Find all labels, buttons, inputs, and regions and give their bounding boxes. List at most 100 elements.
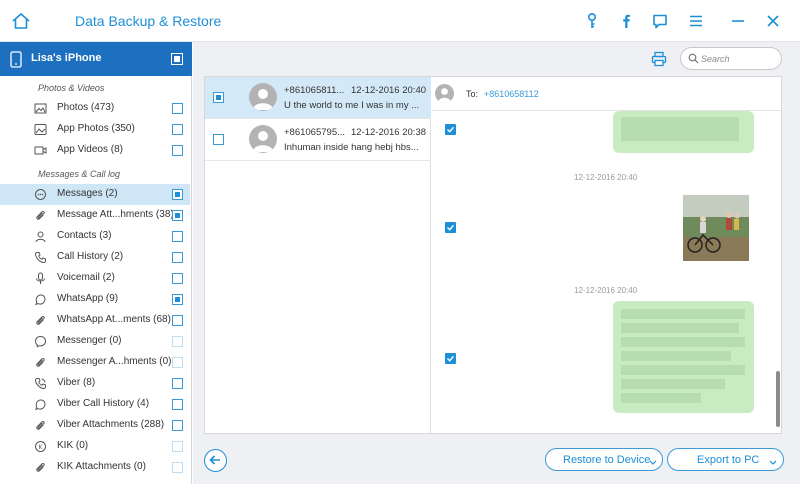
- attached-photo[interactable]: [683, 195, 749, 261]
- message-sender: +861065795...: [284, 127, 346, 138]
- menu-icon[interactable]: [686, 11, 706, 31]
- sidebar-item-checkbox[interactable]: [172, 273, 183, 284]
- paperclip-icon: [34, 419, 47, 432]
- video-icon: [34, 144, 47, 157]
- home-icon[interactable]: [10, 10, 32, 32]
- restore-to-device-button[interactable]: Restore to Device: [545, 448, 663, 471]
- conversation-header: To: +8610658112: [432, 77, 781, 111]
- sidebar: Lisa's iPhone Photos & Videos Photos (47…: [0, 42, 192, 484]
- sidebar-item-checkbox[interactable]: [172, 378, 183, 389]
- recipient-number: +8610658112: [484, 89, 539, 99]
- sidebar-item-label: WhatsApp (9): [57, 293, 119, 304]
- device-name: Lisa's iPhone: [31, 52, 102, 64]
- message-preview: Inhuman inside hang hebj hbs...: [284, 142, 419, 153]
- feedback-icon[interactable]: [650, 11, 670, 31]
- sidebar-item-label: KIK Attachments (0): [57, 461, 146, 472]
- sidebar-item-checkbox[interactable]: [172, 315, 183, 326]
- sidebar-item-label: KIK (0): [57, 440, 89, 451]
- sidebar-item-checkbox[interactable]: [172, 420, 183, 431]
- scrollbar-thumb[interactable]: [776, 371, 780, 427]
- restore-button-label: Restore to Device: [563, 454, 651, 466]
- sidebar-item-checkbox[interactable]: [172, 441, 183, 452]
- sidebar-item-label: WhatsApp At...ments (68): [57, 314, 171, 325]
- svg-text:K: K: [39, 444, 44, 451]
- sidebar-item-viber-attachments[interactable]: Viber Attachments (288): [0, 415, 190, 436]
- sidebar-item-label: Photos (473): [57, 102, 115, 113]
- sidebar-item-checkbox[interactable]: [172, 462, 183, 473]
- print-icon[interactable]: [651, 51, 667, 67]
- sidebar-item-messenger[interactable]: Messenger (0): [0, 331, 190, 352]
- close-icon[interactable]: [763, 11, 783, 31]
- sidebar-item-call-history[interactable]: Call History (2): [0, 247, 190, 268]
- kik-icon: K: [34, 440, 47, 453]
- sidebar-item-photos[interactable]: Photos (473): [0, 98, 190, 119]
- export-to-pc-button[interactable]: Export to PC: [667, 448, 784, 471]
- sidebar-item-checkbox[interactable]: [172, 294, 183, 305]
- facebook-icon[interactable]: [616, 11, 636, 31]
- sidebar-item-checkbox[interactable]: [172, 399, 183, 410]
- section-title-messages: Messages & Call log: [38, 169, 121, 179]
- to-label: To:: [466, 89, 479, 99]
- sidebar-item-viber[interactable]: Viber (8): [0, 373, 190, 394]
- message-time: 12-12-2016 20:40: [351, 85, 427, 96]
- sidebar-item-label: App Photos (350): [57, 123, 135, 134]
- sidebar-item-checkbox[interactable]: [172, 189, 183, 200]
- sidebar-item-viber-call-history[interactable]: Viber Call History (4): [0, 394, 190, 415]
- message-checkbox[interactable]: [213, 134, 224, 145]
- search-input[interactable]: [701, 51, 777, 66]
- sidebar-item-label: Voicemail (2): [57, 272, 115, 283]
- sidebar-item-app-photos[interactable]: App Photos (350): [0, 119, 190, 140]
- conversation-scrollbar[interactable]: [775, 111, 781, 433]
- sidebar-item-messenger-attachments[interactable]: Messenger A...hments (0): [0, 352, 190, 373]
- sidebar-item-messages[interactable]: Messages (2): [0, 184, 190, 205]
- sidebar-item-checkbox[interactable]: [172, 357, 183, 368]
- sidebar-item-whatsapp-attachments[interactable]: WhatsApp At...ments (68): [0, 310, 190, 331]
- message-list-item[interactable]: +861065795... 12-12-2016 20:38 Inhuman i…: [205, 119, 431, 161]
- contact-icon: [34, 230, 47, 243]
- sidebar-item-label: Viber (8): [57, 377, 96, 388]
- avatar: [435, 84, 454, 103]
- image-icon: [34, 102, 47, 115]
- sidebar-item-contacts[interactable]: Contacts (3): [0, 226, 190, 247]
- sidebar-item-app-videos[interactable]: App Videos (8): [0, 140, 190, 161]
- bubble-checkbox[interactable]: [445, 222, 456, 233]
- title-bar: Data Backup & Restore: [0, 0, 800, 42]
- content-area: +861065811... 12-12-2016 20:40 U the wor…: [204, 76, 782, 434]
- sidebar-item-checkbox[interactable]: [172, 145, 183, 156]
- sidebar-item-checkbox[interactable]: [172, 231, 183, 242]
- back-button[interactable]: [204, 449, 227, 472]
- sidebar-item-kik[interactable]: K KIK (0): [0, 436, 190, 457]
- sidebar-item-checkbox[interactable]: [172, 336, 183, 347]
- arrow-left-icon: [209, 455, 220, 465]
- message-list: +861065811... 12-12-2016 20:40 U the wor…: [205, 77, 431, 433]
- sidebar-item-label: Call History (2): [57, 251, 124, 262]
- sidebar-item-voicemail[interactable]: Voicemail (2): [0, 268, 190, 289]
- sidebar-item-checkbox[interactable]: [172, 124, 183, 135]
- sidebar-item-whatsapp[interactable]: WhatsApp (9): [0, 289, 190, 310]
- sidebar-item-label: App Videos (8): [57, 144, 123, 155]
- paperclip-icon: [34, 209, 47, 222]
- message-time: 12-12-2016 20:38: [351, 127, 427, 138]
- minimize-icon[interactable]: [728, 11, 748, 31]
- chevron-down-icon: [769, 457, 777, 469]
- sidebar-item-label: Messenger A...hments (0): [57, 356, 172, 367]
- sidebar-item-checkbox[interactable]: [172, 210, 183, 221]
- sidebar-item-checkbox[interactable]: [172, 252, 183, 263]
- device-header[interactable]: Lisa's iPhone: [0, 42, 192, 76]
- sidebar-item-message-attachments[interactable]: Message Att...hments (38): [0, 205, 190, 226]
- export-button-label: Export to PC: [697, 454, 760, 466]
- message-checkbox[interactable]: [213, 92, 224, 103]
- chevron-down-icon: [649, 457, 657, 469]
- message-list-item[interactable]: +861065811... 12-12-2016 20:40 U the wor…: [205, 77, 431, 119]
- bubble-checkbox[interactable]: [445, 353, 456, 364]
- phone-device-icon: [10, 51, 22, 68]
- sidebar-item-checkbox[interactable]: [172, 103, 183, 114]
- paperclip-icon: [34, 461, 47, 474]
- key-icon[interactable]: [582, 11, 602, 31]
- section-title-photos: Photos & Videos: [38, 83, 105, 93]
- sidebar-item-label: Messenger (0): [57, 335, 122, 346]
- bubble-checkbox[interactable]: [445, 124, 456, 135]
- device-checkbox[interactable]: [171, 53, 183, 65]
- sidebar-item-kik-attachments[interactable]: KIK Attachments (0): [0, 457, 190, 478]
- messenger-icon: [34, 335, 47, 348]
